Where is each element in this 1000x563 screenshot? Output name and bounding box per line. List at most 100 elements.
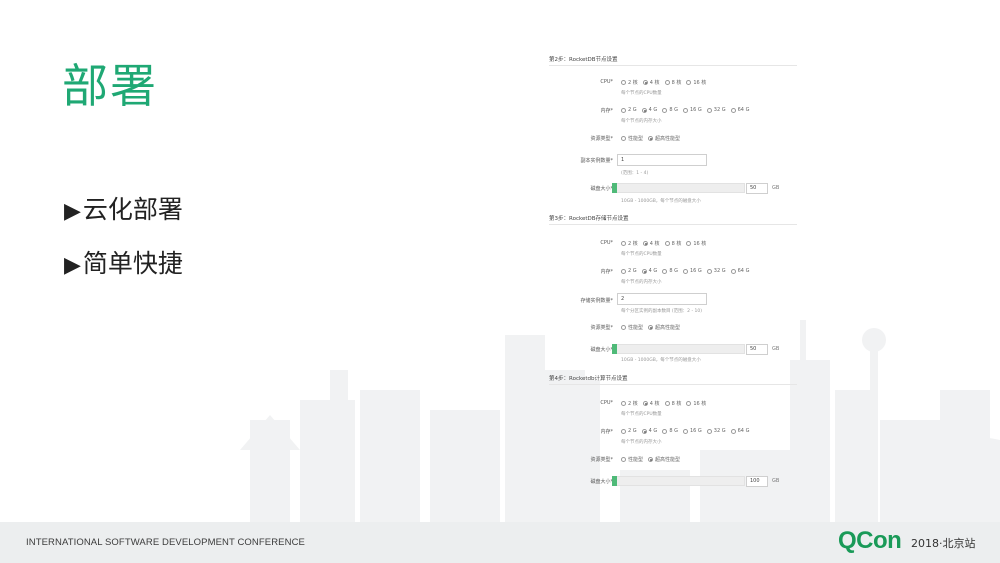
radio-option[interactable]: 8 核: [664, 79, 681, 86]
radio-option[interactable]: 8 核: [664, 400, 681, 407]
radio-button[interactable]: [641, 107, 647, 113]
radio-option[interactable]: 64 G: [730, 428, 749, 434]
memory-label: 内存*: [600, 429, 613, 435]
radio-option[interactable]: 16 核: [686, 79, 706, 86]
radio-option[interactable]: 4 核: [642, 240, 660, 247]
radio-option[interactable]: 16 核: [686, 400, 706, 407]
disk-unit: GB: [772, 346, 780, 352]
radio-option[interactable]: 性能型: [621, 324, 643, 331]
triangle-bullet-icon: ▶: [64, 253, 81, 278]
radio-button[interactable]: [648, 136, 654, 141]
radio-button[interactable]: [686, 80, 692, 85]
radio-button[interactable]: [706, 268, 712, 274]
section-divider: [549, 65, 797, 66]
bullet-item: ▶简单快捷: [64, 246, 183, 300]
radio-button[interactable]: [621, 325, 626, 330]
radio-button[interactable]: [621, 401, 626, 406]
radio-button[interactable]: [686, 241, 692, 246]
disk-size-input[interactable]: 50: [746, 344, 768, 355]
radio-button[interactable]: [730, 428, 736, 434]
radio-button[interactable]: [621, 457, 626, 462]
radio-option[interactable]: 2 核: [621, 79, 638, 86]
radio-button[interactable]: [662, 107, 668, 113]
radio-button[interactable]: [664, 80, 670, 85]
radio-option[interactable]: 8 G: [662, 107, 678, 113]
radio-option[interactable]: 4 核: [642, 79, 660, 86]
radio-button[interactable]: [706, 428, 712, 434]
radio-option[interactable]: 16 G: [682, 107, 702, 113]
radio-option[interactable]: 8 G: [662, 428, 678, 434]
radio-button[interactable]: [621, 107, 626, 113]
radio-button[interactable]: [682, 428, 688, 434]
radio-button[interactable]: [642, 80, 648, 85]
radio-option[interactable]: 4 G: [641, 268, 657, 274]
radio-button[interactable]: [662, 268, 668, 274]
disk-unit: GB: [772, 185, 780, 191]
replica-count-hint: 每个分区实例的副本数目 (范围：2 - 10): [621, 309, 703, 314]
radio-option[interactable]: 超高性能型: [648, 456, 680, 463]
radio-button[interactable]: [682, 107, 688, 113]
radio-option[interactable]: 2 核: [621, 400, 638, 407]
radio-button[interactable]: [621, 136, 626, 141]
radio-option[interactable]: 16 G: [682, 428, 702, 434]
radio-button[interactable]: [642, 401, 648, 406]
radio-button[interactable]: [642, 241, 648, 246]
memory-label: 内存*: [600, 108, 613, 114]
event-edition: 2018·北京站: [911, 537, 976, 550]
radio-button[interactable]: [621, 241, 626, 246]
radio-button[interactable]: [686, 401, 692, 406]
radio-button[interactable]: [648, 457, 654, 462]
radio-option[interactable]: 64 G: [730, 268, 749, 274]
replica-count-input[interactable]: 1: [617, 154, 707, 166]
slider-handle[interactable]: [612, 183, 617, 193]
radio-option[interactable]: 16 核: [686, 240, 706, 247]
slider-handle[interactable]: [612, 344, 617, 354]
radio-button[interactable]: [662, 428, 668, 434]
radio-option[interactable]: 32 G: [706, 428, 726, 434]
radio-button[interactable]: [621, 268, 626, 274]
radio-option[interactable]: 性能型: [621, 456, 643, 463]
radio-button[interactable]: [706, 107, 712, 113]
section-divider: [549, 384, 797, 385]
disk-size-slider[interactable]: [612, 183, 745, 193]
radio-option[interactable]: 超高性能型: [648, 324, 680, 331]
radio-option[interactable]: 8 核: [664, 240, 681, 247]
radio-option[interactable]: 2 核: [621, 240, 638, 247]
radio-option[interactable]: 性能型: [621, 135, 643, 142]
radio-option[interactable]: 2 G: [621, 107, 637, 113]
disk-size-hint: 10GB - 1000GB，每个节点的磁盘大小: [621, 358, 701, 363]
deployment-config-form: 第2步：RocketDB节点设置 CPU* 2 核 4 核 8 核 16 核 每…: [549, 50, 801, 490]
triangle-bullet-icon: ▶: [64, 199, 81, 224]
bullet-list: ▶云化部署 ▶简单快捷: [64, 192, 183, 300]
replica-count-input[interactable]: 2: [617, 293, 707, 305]
cpu-hint: 每个节点的CPU数量: [621, 91, 662, 96]
radio-button[interactable]: [621, 80, 626, 85]
radio-button[interactable]: [730, 268, 736, 274]
radio-option[interactable]: 64 G: [730, 107, 749, 113]
radio-option[interactable]: 4 G: [641, 428, 657, 434]
resource-type-radio-group: 性能型 超高性能型: [621, 324, 680, 331]
slider-handle[interactable]: [612, 476, 617, 486]
radio-button[interactable]: [648, 325, 654, 330]
radio-button[interactable]: [664, 241, 670, 246]
disk-size-slider[interactable]: [612, 344, 745, 354]
radio-option[interactable]: 4 核: [642, 400, 660, 407]
radio-button[interactable]: [682, 268, 688, 274]
radio-option[interactable]: 32 G: [706, 107, 726, 113]
radio-button[interactable]: [621, 428, 626, 434]
radio-option[interactable]: 16 G: [682, 268, 702, 274]
radio-button[interactable]: [730, 107, 736, 113]
radio-button[interactable]: [641, 428, 647, 434]
radio-button[interactable]: [641, 268, 647, 274]
disk-size-input[interactable]: 50: [746, 183, 768, 194]
disk-size-slider[interactable]: [612, 476, 745, 486]
radio-option[interactable]: 32 G: [706, 268, 726, 274]
radio-option[interactable]: 2 G: [621, 428, 637, 434]
radio-option[interactable]: 4 G: [641, 107, 657, 113]
disk-size-input[interactable]: 100: [746, 476, 768, 487]
radio-option[interactable]: 2 G: [621, 268, 637, 274]
radio-option[interactable]: 8 G: [662, 268, 678, 274]
cpu-hint: 每个节点的CPU数量: [621, 252, 662, 257]
radio-option[interactable]: 超高性能型: [648, 135, 680, 142]
radio-button[interactable]: [664, 401, 670, 406]
